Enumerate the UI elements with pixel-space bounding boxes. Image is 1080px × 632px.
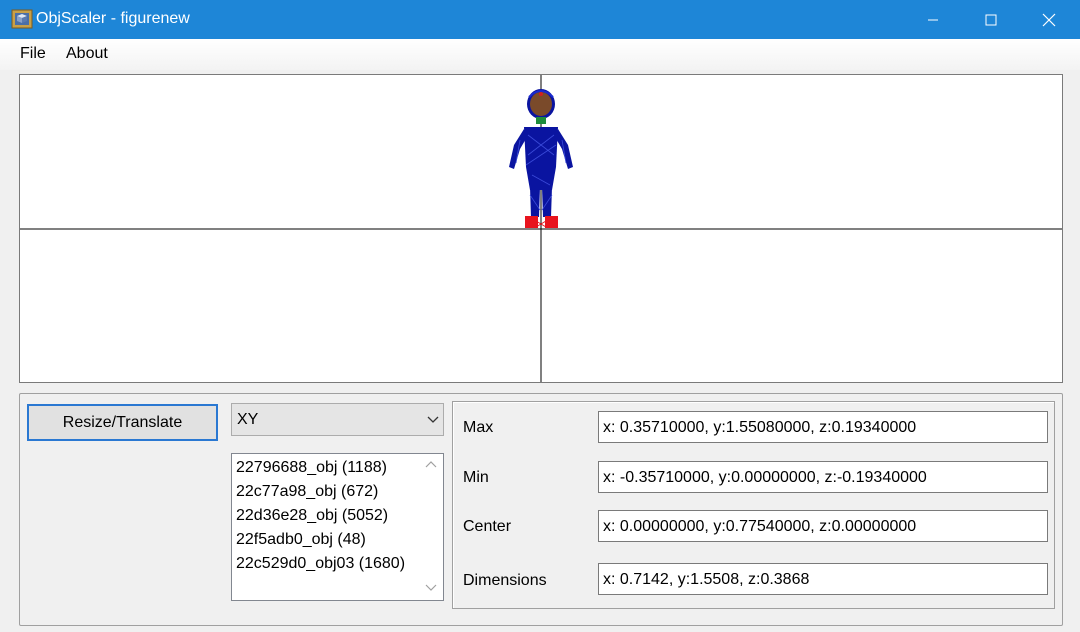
model-viewport[interactable] [19, 74, 1063, 383]
minimize-icon [928, 19, 938, 20]
projection-select[interactable]: XY [231, 403, 444, 436]
list-item[interactable]: 22c529d0_obj03 (1680) [236, 555, 405, 573]
object-list[interactable]: 22796688_obj (1188) 22c77a98_obj (672) 2… [231, 453, 444, 601]
list-item[interactable]: 22d36e28_obj (5052) [236, 507, 388, 525]
close-button[interactable] [1020, 0, 1078, 39]
resize-translate-button[interactable]: Resize/Translate [27, 404, 218, 441]
title-bar: ObjScaler - figurenew [0, 0, 1080, 39]
scroll-down-icon[interactable] [425, 583, 437, 593]
center-label: Center [463, 518, 512, 535]
chevron-down-icon [427, 416, 439, 423]
window-title: ObjScaler - figurenew [36, 10, 190, 27]
dimensions-value: x: 0.7142, y:1.5508, z:0.3868 [603, 571, 810, 588]
list-item[interactable]: 22796688_obj (1188) [236, 459, 387, 477]
maximize-icon [985, 14, 997, 25]
minimize-button[interactable] [904, 0, 962, 39]
min-label: Min [463, 469, 489, 486]
max-value: x: 0.35710000, y:1.55080000, z:0.1934000… [603, 419, 917, 436]
menu-file[interactable]: File [20, 45, 46, 63]
close-icon [1042, 13, 1056, 26]
max-label: Max [463, 419, 494, 436]
dimensions-field[interactable]: x: 0.7142, y:1.5508, z:0.3868 [598, 563, 1048, 595]
min-field[interactable]: x: -0.35710000, y:0.00000000, z:-0.19340… [598, 461, 1048, 493]
maximize-button[interactable] [962, 0, 1020, 39]
viewport-canvas [20, 75, 1062, 382]
list-item[interactable]: 22f5adb0_obj (48) [236, 531, 366, 549]
projection-select-value: XY [237, 411, 259, 428]
center-field[interactable]: x: 0.00000000, y:0.77540000, z:0.0000000… [598, 510, 1048, 542]
menu-bar: File About [0, 39, 1080, 70]
min-value: x: -0.35710000, y:0.00000000, z:-0.19340… [603, 469, 927, 486]
dimensions-label: Dimensions [463, 572, 547, 589]
max-field[interactable]: x: 0.35710000, y:1.55080000, z:0.1934000… [598, 411, 1048, 443]
app-cube-icon [11, 9, 33, 29]
center-value: x: 0.00000000, y:0.77540000, z:0.0000000… [603, 518, 917, 535]
menu-about[interactable]: About [66, 45, 108, 63]
list-item[interactable]: 22c77a98_obj (672) [236, 483, 378, 501]
scroll-up-icon[interactable] [425, 459, 437, 469]
